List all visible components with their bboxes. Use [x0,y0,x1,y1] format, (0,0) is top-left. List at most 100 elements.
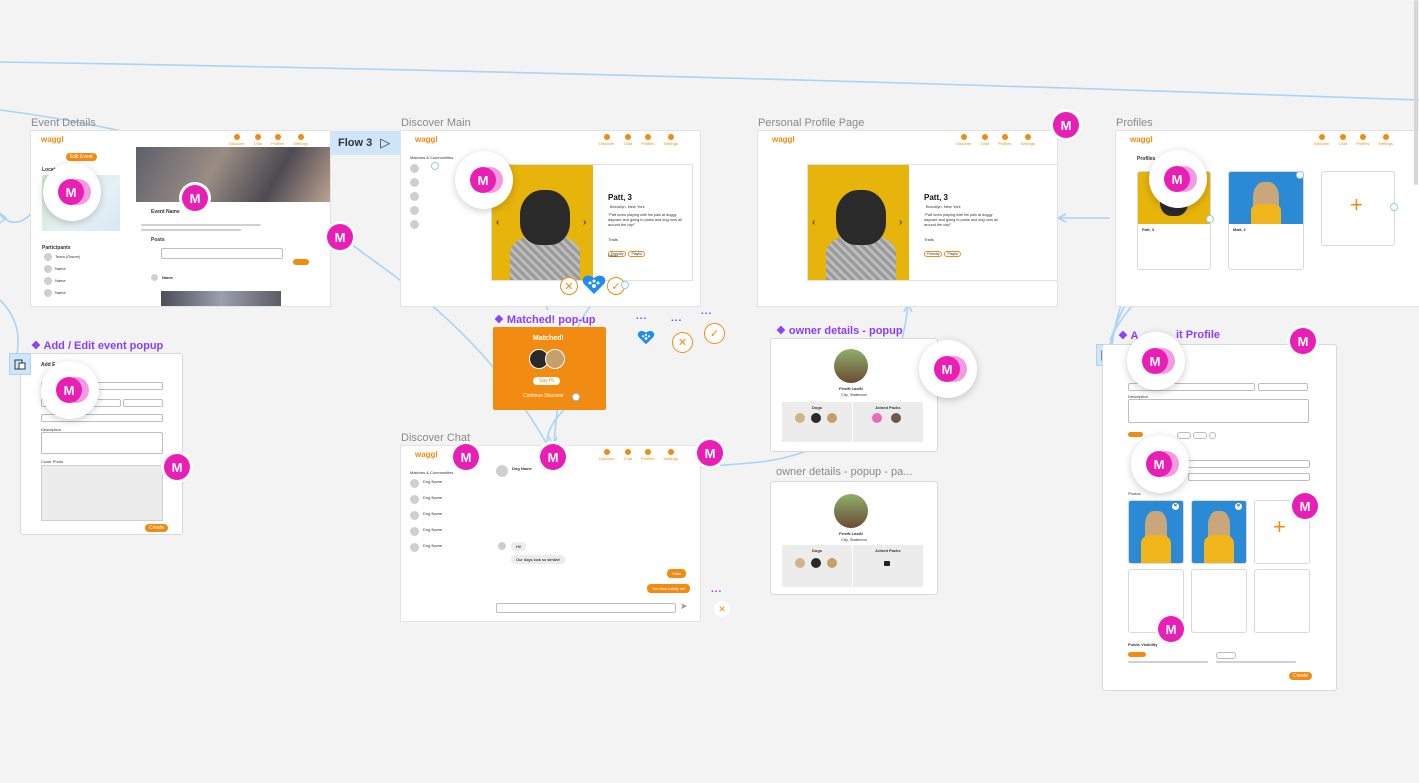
nav-chat[interactable]: Chat [981,134,989,146]
outgoing-message: Hello [667,569,687,578]
more-options-icon[interactable]: ... [711,584,722,595]
matched-popup[interactable]: Matched! Say Hi Continue Discover [493,327,606,410]
accept-button[interactable]: ✓ [704,323,725,344]
reject-button[interactable]: ✕ [672,332,693,353]
description-field[interactable] [1128,399,1309,423]
prev-arrow-icon[interactable]: ‹ [496,217,499,228]
private-toggle[interactable] [1216,652,1236,659]
nav-discover[interactable]: Discover [599,134,615,146]
breed-field[interactable] [1188,460,1310,468]
more-options-icon[interactable]: ... [671,313,682,324]
nav-discover[interactable]: Discover [956,134,972,146]
play-icon[interactable]: ▷ [380,135,390,151]
nav-chat[interactable]: Chat [624,449,632,461]
nav-chat[interactable]: Chat [624,134,632,146]
personal-profile-frame[interactable]: waggl Discover Chat Profiles Settings ‹ … [758,131,1057,306]
photo-slot-empty[interactable] [1191,569,1247,633]
nav-chat[interactable]: Chat [1339,134,1347,146]
profile-card-name: Matt, 2 [1233,227,1246,232]
nav-settings[interactable]: Settings [293,134,308,146]
send-icon[interactable]: ➤ [680,601,688,612]
tag-chip[interactable] [1193,432,1207,439]
nav-discover[interactable]: Discover [1314,134,1330,146]
photo-slot[interactable]: ✕ [1191,500,1247,564]
component-label-owner-popup: ❖ owner details - popup [776,325,903,337]
next-arrow-icon[interactable]: › [899,217,902,228]
profiles-icon [644,449,651,455]
brand-logo: waggl [772,135,795,144]
chat-avatar[interactable] [410,543,419,552]
discover-chat-frame[interactable]: waggl Discover Chat Profiles Settings Ma… [401,446,700,621]
nav-settings[interactable]: Settings [1378,134,1393,146]
nav-profiles[interactable]: Profiles [641,449,654,461]
post-button[interactable] [293,259,309,265]
match-avatar[interactable] [410,164,419,173]
add-profile-card[interactable]: + [1321,171,1395,246]
tag-chip[interactable] [1209,432,1216,439]
dog-profile-card[interactable]: ‹ › Patt, 3 Brooklyn, New York "Patt lov… [491,164,693,281]
match-avatar[interactable] [410,206,419,215]
chat-avatar[interactable] [410,511,419,520]
size-field[interactable] [1188,473,1310,481]
canvas-scrollbar[interactable] [1414,0,1418,185]
reject-button[interactable]: ✕ [560,277,578,295]
nav-profiles[interactable]: Profiles [1356,134,1369,146]
time-field[interactable] [123,399,163,407]
match-avatar[interactable] [410,192,419,201]
nav-profiles[interactable]: Profiles [271,134,284,146]
public-toggle[interactable] [1128,652,1146,657]
match-avatar[interactable] [410,220,419,229]
owner-details-popup-2[interactable]: FirstN LastN City, Statexxxx Dogs Joined… [770,481,938,595]
paw-heart-icon[interactable] [637,329,655,345]
say-hi-button[interactable]: Say Hi [533,377,560,385]
create-profile-button[interactable]: Create [1289,672,1313,680]
cover-photo-dropzone[interactable] [41,465,163,521]
nav-discover[interactable]: Discover [229,134,245,146]
chat-list-name: Dog Name [423,543,443,548]
more-options-icon[interactable]: ... [636,311,647,322]
create-event-button[interactable]: Create [145,524,169,532]
nav-settings[interactable]: Settings [663,449,678,461]
nav-profiles[interactable]: Profiles [998,134,1011,146]
edit-event-button[interactable]: Edit Event [66,153,97,161]
owner-details-popup[interactable]: FirstN LastN City, Statexxxx Dogs Joined… [770,338,938,452]
more-options-icon[interactable]: ... [701,306,712,317]
message-input[interactable] [496,603,676,613]
dog-profile-card[interactable]: ‹ › Patt, 3 Brooklyn, New York "Patt lov… [807,164,1057,281]
cover-photo-label: Cover Photo [41,459,64,464]
tag-chip[interactable] [1177,432,1191,439]
chat-dog-name: Dog Name [512,466,532,471]
description-field[interactable] [41,432,163,454]
prev-arrow-icon[interactable]: ‹ [812,217,815,228]
next-arrow-icon[interactable]: › [583,217,586,228]
remove-photo-icon[interactable]: ✕ [1172,503,1179,510]
nav-discover[interactable]: Discover [599,449,615,461]
interaction-badge[interactable] [9,353,31,375]
nav-profiles[interactable]: Profiles [641,134,654,146]
tag-chip-selected[interactable] [1128,432,1143,437]
flow-starting-point[interactable]: Flow 3 ▷ [330,131,400,155]
remove-photo-icon[interactable]: ✕ [1235,503,1242,510]
close-icon[interactable]: ✕ [714,601,730,617]
nav-chat[interactable]: Chat [254,134,262,146]
chat-list-name: Dog Name [423,527,443,532]
post-input[interactable] [161,248,283,259]
continue-discover-link[interactable]: Continue Discover [523,393,564,399]
chat-avatar[interactable] [410,479,419,488]
outgoing-message: Yes they totally do! [647,584,691,593]
photo-slot-empty[interactable] [1254,569,1310,633]
photo-slot[interactable]: ✕ [1128,500,1184,564]
chat-avatar[interactable] [410,527,419,536]
nav-settings[interactable]: Settings [1020,134,1035,146]
posts-heading: Posts [151,237,165,243]
match-avatar[interactable] [410,178,419,187]
nav-settings[interactable]: Settings [663,134,678,146]
chat-avatar[interactable] [410,495,419,504]
profile-card[interactable]: Matt, 2 [1228,171,1304,270]
age-field[interactable] [1258,383,1308,391]
paw-heart-icon[interactable] [582,273,606,295]
discover-main-frame[interactable]: waggl Discover Chat Profiles Settings Ma… [401,131,700,306]
brand-logo: waggl [415,135,438,144]
collaborator-avatar: M [1158,616,1184,642]
participant-name: Team (Owner) [55,254,81,259]
